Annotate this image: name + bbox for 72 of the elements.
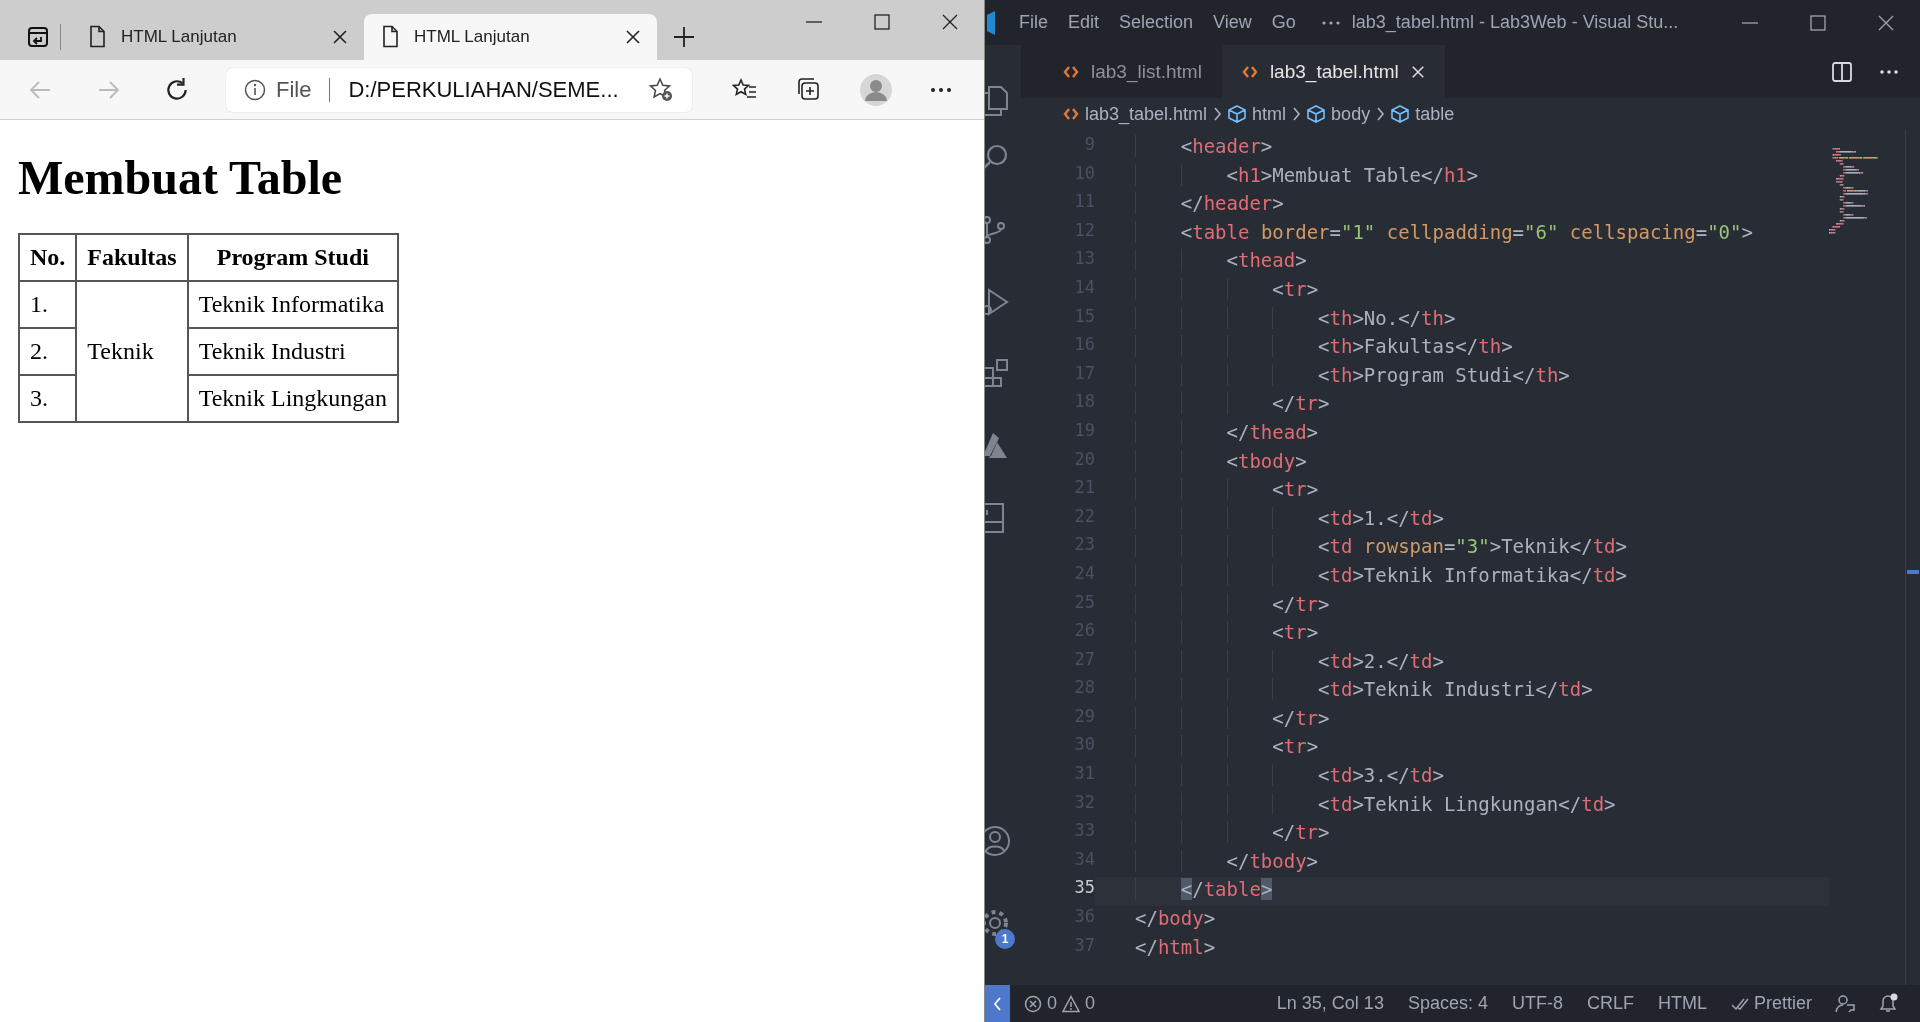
- status-item[interactable]: CRLF: [1574, 993, 1646, 1014]
- code-line: </body>: [1135, 907, 1216, 930]
- breadcrumb-item[interactable]: lab3_tabel.html: [1063, 103, 1208, 125]
- chevron-icon: [1376, 107, 1386, 121]
- table-cell: 1.: [19, 281, 77, 328]
- files-icon[interactable]: [985, 85, 1011, 117]
- more-icon[interactable]: [930, 86, 952, 93]
- breadcrumb-item[interactable]: html: [1228, 103, 1287, 125]
- refresh-icon[interactable]: [164, 76, 190, 103]
- cube-icon: [1228, 105, 1247, 123]
- warning-icon: [1062, 994, 1080, 1013]
- table-cell: Teknik: [76, 281, 188, 422]
- url-text: D:/PERKULIAHAN/SEME...: [348, 76, 620, 103]
- menu-item[interactable]: Selection: [1109, 12, 1204, 33]
- status-item[interactable]: Spaces: 4: [1395, 993, 1500, 1014]
- extensions-icon[interactable]: [985, 356, 1011, 388]
- account-icon[interactable]: [985, 825, 1011, 857]
- status-item[interactable]: Prettier: [1718, 993, 1824, 1014]
- page-icon: [87, 25, 107, 49]
- run-debug-icon[interactable]: [985, 286, 1011, 318]
- table-cell: 3.: [19, 375, 77, 422]
- new-tab-icon[interactable]: [673, 26, 695, 48]
- breadcrumb-item[interactable]: table: [1391, 103, 1455, 125]
- page-icon: [380, 25, 400, 49]
- browser-tab[interactable]: HTML Lanjutan: [71, 14, 364, 60]
- tab-actions-icon[interactable]: [26, 25, 50, 49]
- column-header: Program Studi: [187, 234, 398, 281]
- url-scheme: File: [276, 76, 312, 103]
- more-icon[interactable]: [1321, 20, 1340, 25]
- add-favorite-icon[interactable]: [648, 76, 674, 103]
- menu-item[interactable]: File: [1009, 12, 1058, 33]
- close-icon[interactable]: [332, 29, 348, 45]
- more-icon[interactable]: [1880, 69, 1898, 74]
- line-number: 35: [1073, 877, 1095, 900]
- browser-tab[interactable]: HTML Lanjutan: [364, 14, 657, 60]
- editor-tab[interactable]: lab3_list.html: [1043, 45, 1222, 98]
- split-editor-icon[interactable]: [1832, 61, 1852, 82]
- code-file-icon: [1063, 106, 1079, 122]
- window-title: lab3_tabel.html - Lab3Web - Visual Stu...: [1351, 12, 1679, 33]
- address-bar[interactable]: File D:/PERKULIAHAN/SEME...: [226, 67, 692, 112]
- profile-icon[interactable]: [860, 73, 892, 106]
- table-cell: 2.: [19, 328, 77, 375]
- chevron-icon: [1213, 107, 1223, 121]
- feedback-icon[interactable]: [1834, 992, 1856, 1015]
- collections-icon[interactable]: [796, 76, 822, 103]
- status-item[interactable]: HTML: [1645, 993, 1719, 1014]
- cube-icon: [1307, 105, 1326, 123]
- breadcrumb-item[interactable]: body: [1307, 103, 1371, 125]
- cube-icon: [1391, 105, 1410, 123]
- close-icon[interactable]: [625, 29, 641, 45]
- code-line: </html>: [1135, 935, 1216, 958]
- table-cell: Teknik Industri: [187, 328, 398, 375]
- editor-tab[interactable]: lab3_tabel.html: [1221, 45, 1445, 98]
- problems-indicator[interactable]: 0 0: [1012, 993, 1108, 1014]
- cursor-marker: [1907, 570, 1919, 574]
- status-item[interactable]: UTF-8: [1499, 993, 1575, 1014]
- menu-item[interactable]: Edit: [1058, 12, 1110, 33]
- table-cell: Teknik Lingkungan: [187, 375, 398, 422]
- page-heading: Membuat Table: [18, 150, 344, 205]
- info-icon: [244, 78, 266, 101]
- column-header: No.: [19, 234, 77, 281]
- bell-icon[interactable]: [1878, 992, 1898, 1015]
- table-cell: Teknik Informatika: [187, 281, 398, 328]
- remote-button[interactable]: [985, 985, 1010, 1022]
- status-item[interactable]: Ln 35, Col 13: [1264, 993, 1396, 1014]
- error-icon: [1024, 994, 1042, 1013]
- notification-badge: 1: [995, 929, 1015, 949]
- menu-item[interactable]: Go: [1261, 12, 1306, 33]
- column-header: Fakultas: [76, 234, 188, 281]
- chevron-icon: [993, 996, 1002, 1011]
- menu-item[interactable]: View: [1203, 12, 1262, 33]
- chevron-icon: [1292, 107, 1302, 121]
